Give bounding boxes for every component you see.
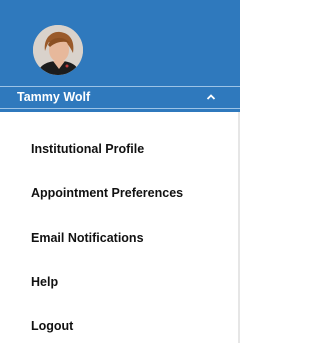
user-menu-panel: Tammy Wolf Institutional Profile Appoint… <box>0 0 240 343</box>
menu-item-email-notifications[interactable]: Email Notifications <box>31 230 144 246</box>
profile-header: Tammy Wolf <box>0 0 240 112</box>
user-avatar <box>33 25 83 75</box>
chevron-up-icon[interactable] <box>205 91 217 103</box>
user-name: Tammy Wolf <box>17 90 91 104</box>
menu-item-institutional-profile[interactable]: Institutional Profile <box>31 141 144 157</box>
menu-item-appointment-preferences[interactable]: Appointment Preferences <box>31 185 183 201</box>
user-menu-toggle[interactable]: Tammy Wolf <box>0 86 240 109</box>
menu-item-help[interactable]: Help <box>31 274 58 290</box>
menu-item-logout[interactable]: Logout <box>31 318 73 334</box>
